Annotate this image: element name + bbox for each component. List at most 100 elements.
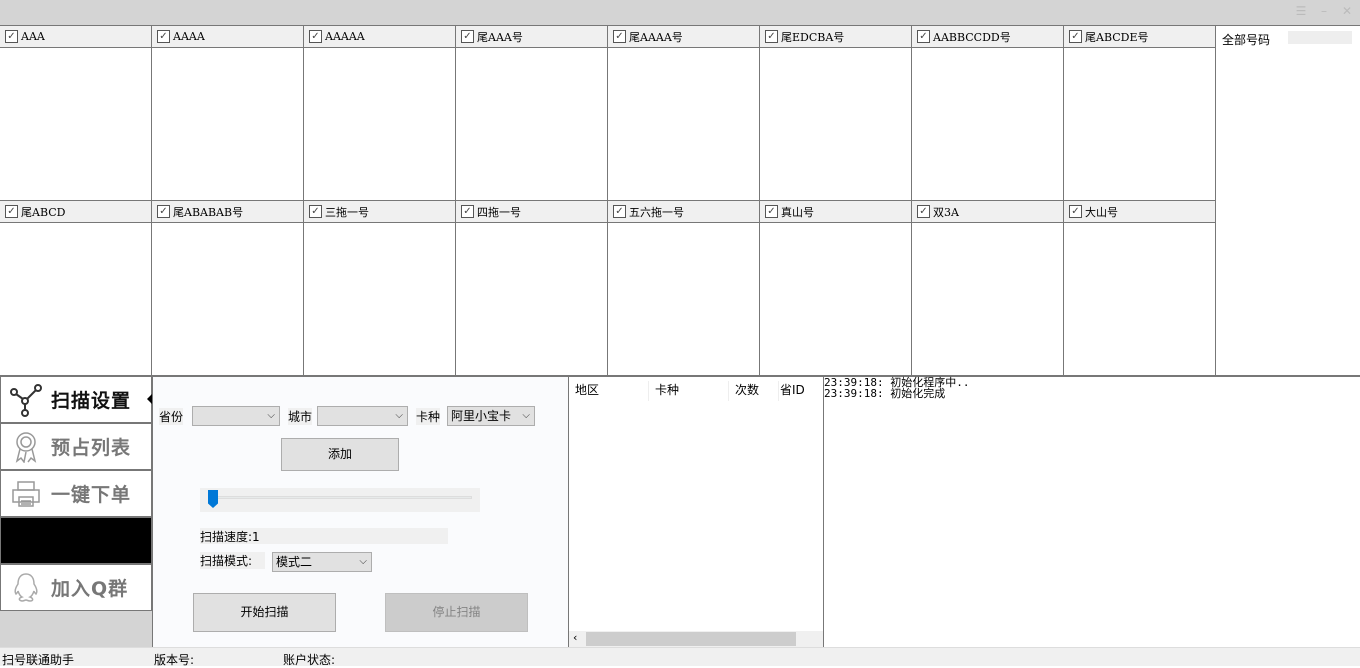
category-label: 尾AAAA号 xyxy=(629,30,683,44)
category-header[interactable]: ✓ 尾ABCDE号 xyxy=(1064,25,1215,48)
reserve-table: 地区 卡种 次数 省ID ‹ xyxy=(568,376,824,647)
category-header[interactable]: ✓ 三拖一号 xyxy=(304,200,455,223)
category-header[interactable]: ✓ 真山号 xyxy=(760,200,911,223)
category-header[interactable]: ✓ 四拖一号 xyxy=(456,200,607,223)
slider-thumb[interactable] xyxy=(208,490,218,508)
category-panel: ✓ 尾EDCBA号 xyxy=(760,25,912,201)
account-status-label: 账户状态: xyxy=(283,653,336,667)
category-panel: ✓ 尾ABCD xyxy=(0,200,152,376)
column-header-count[interactable]: 次数 xyxy=(735,381,779,401)
category-list[interactable] xyxy=(152,48,303,200)
stop-scan-button[interactable]: 停止扫描 xyxy=(385,593,528,632)
checkbox-checked[interactable]: ✓ xyxy=(1069,30,1082,43)
category-list[interactable] xyxy=(0,48,151,200)
category-list[interactable] xyxy=(456,48,607,200)
app-name: 扫号联通助手 xyxy=(2,653,75,667)
scrollbar-thumb[interactable] xyxy=(586,632,796,646)
category-label: 尾ABABAB号 xyxy=(173,205,244,219)
sidebar-item-reserve-list[interactable]: 预占列表 xyxy=(0,423,152,470)
menu-icon[interactable]: ☰ xyxy=(1292,4,1310,18)
checkbox-checked[interactable]: ✓ xyxy=(765,205,778,218)
category-list[interactable] xyxy=(152,223,303,375)
sidebar-item-scan-settings[interactable]: 扫描设置 xyxy=(0,376,153,423)
category-panel: ✓ 四拖一号 xyxy=(456,200,608,376)
log-line: 23:39:18: 初始化完成 xyxy=(824,387,946,400)
category-panel: ✓ 真山号 xyxy=(760,200,912,376)
category-header[interactable]: ✓ 双3A xyxy=(912,200,1063,223)
province-select[interactable]: ⌵ xyxy=(192,406,280,426)
sidebar-item-one-click-order[interactable]: 一键下单 xyxy=(0,470,152,517)
category-list[interactable] xyxy=(608,223,759,375)
scroll-left-icon[interactable]: ‹ xyxy=(573,631,577,644)
checkbox-checked[interactable]: ✓ xyxy=(309,205,322,218)
minimize-icon[interactable]: – xyxy=(1315,4,1333,18)
close-icon[interactable]: ✕ xyxy=(1338,4,1356,18)
checkbox-checked[interactable]: ✓ xyxy=(461,30,474,43)
card-type-select[interactable]: 阿里小宝卡 ⌵ xyxy=(447,406,535,426)
category-header[interactable]: ✓ AABBCCDD号 xyxy=(912,25,1063,48)
mode-select[interactable]: 模式二 ⌵ xyxy=(272,552,372,572)
qq-icon xyxy=(1,572,51,604)
province-label: 省份 xyxy=(159,408,184,425)
checkbox-checked[interactable]: ✓ xyxy=(613,30,626,43)
horizontal-scrollbar[interactable]: ‹ xyxy=(569,631,823,647)
slider-track xyxy=(208,496,472,499)
category-list[interactable] xyxy=(1064,48,1215,200)
category-header[interactable]: ✓ 大山号 xyxy=(1064,200,1215,223)
city-label: 城市 xyxy=(288,408,313,425)
category-list[interactable] xyxy=(456,223,607,375)
add-button[interactable]: 添加 xyxy=(281,438,399,471)
category-panel: ✓ 尾AAA号 xyxy=(456,25,608,201)
log-panel: 23:39:18: 初始化程序中.. 23:39:18: 初始化完成 xyxy=(824,376,1360,647)
category-panel: ✓ 五六拖一号 xyxy=(608,200,760,376)
checkbox-checked[interactable]: ✓ xyxy=(309,30,322,43)
column-header-province-id[interactable]: 省ID xyxy=(780,381,820,401)
category-list[interactable] xyxy=(0,223,151,375)
category-list[interactable] xyxy=(760,223,911,375)
city-select[interactable]: ⌵ xyxy=(317,406,408,426)
start-scan-button[interactable]: 开始扫描 xyxy=(193,593,336,632)
category-list[interactable] xyxy=(912,223,1063,375)
category-label: 尾ABCDE号 xyxy=(1085,30,1149,44)
speed-label: 扫描速度:1 xyxy=(200,528,448,544)
category-list[interactable] xyxy=(912,48,1063,200)
title-bar: ☰ – ✕ xyxy=(0,0,1360,25)
category-header[interactable]: ✓ 尾ABABAB号 xyxy=(152,200,303,223)
category-list[interactable] xyxy=(760,48,911,200)
checkbox-checked[interactable]: ✓ xyxy=(765,30,778,43)
category-header[interactable]: ✓ 尾AAAA号 xyxy=(608,25,759,48)
checkbox-checked[interactable]: ✓ xyxy=(917,205,930,218)
checkbox-checked[interactable]: ✓ xyxy=(613,205,626,218)
category-header[interactable]: ✓ 五六拖一号 xyxy=(608,200,759,223)
category-list[interactable] xyxy=(304,48,455,200)
category-header[interactable]: ✓ 尾ABCD xyxy=(0,200,151,223)
sidebar-item-blank[interactable] xyxy=(0,517,152,564)
checkbox-checked[interactable]: ✓ xyxy=(157,30,170,43)
category-header[interactable]: ✓ AAAAA xyxy=(304,25,455,48)
category-panel: ✓ AABBCCDD号 xyxy=(912,25,1064,201)
column-header-region[interactable]: 地区 xyxy=(575,381,649,401)
column-header-card-type[interactable]: 卡种 xyxy=(655,381,729,401)
category-header[interactable]: ✓ AAAA xyxy=(152,25,303,48)
checkbox-checked[interactable]: ✓ xyxy=(5,205,18,218)
category-list[interactable] xyxy=(608,48,759,200)
category-label: AABBCCDD号 xyxy=(933,30,1011,44)
category-label: 真山号 xyxy=(781,205,814,219)
category-header[interactable]: ✓ 尾AAA号 xyxy=(456,25,607,48)
category-list[interactable] xyxy=(304,223,455,375)
category-panel: ✓ 尾ABCDE号 xyxy=(1064,25,1216,201)
category-header[interactable]: ✓ AAA xyxy=(0,25,151,48)
sidebar-item-join-group[interactable]: 加入Q群 xyxy=(0,564,152,611)
checkbox-checked[interactable]: ✓ xyxy=(917,30,930,43)
checkbox-checked[interactable]: ✓ xyxy=(1069,205,1082,218)
category-label: 三拖一号 xyxy=(325,205,369,219)
checkbox-checked[interactable]: ✓ xyxy=(5,30,18,43)
category-panel: ✓ 尾ABABAB号 xyxy=(152,200,304,376)
chevron-down-icon: ⌵ xyxy=(267,410,275,421)
category-label: 五六拖一号 xyxy=(629,205,684,219)
category-header[interactable]: ✓ 尾EDCBA号 xyxy=(760,25,911,48)
category-list[interactable] xyxy=(1064,223,1215,375)
checkbox-checked[interactable]: ✓ xyxy=(461,205,474,218)
checkbox-checked[interactable]: ✓ xyxy=(157,205,170,218)
speed-slider[interactable] xyxy=(200,488,480,512)
